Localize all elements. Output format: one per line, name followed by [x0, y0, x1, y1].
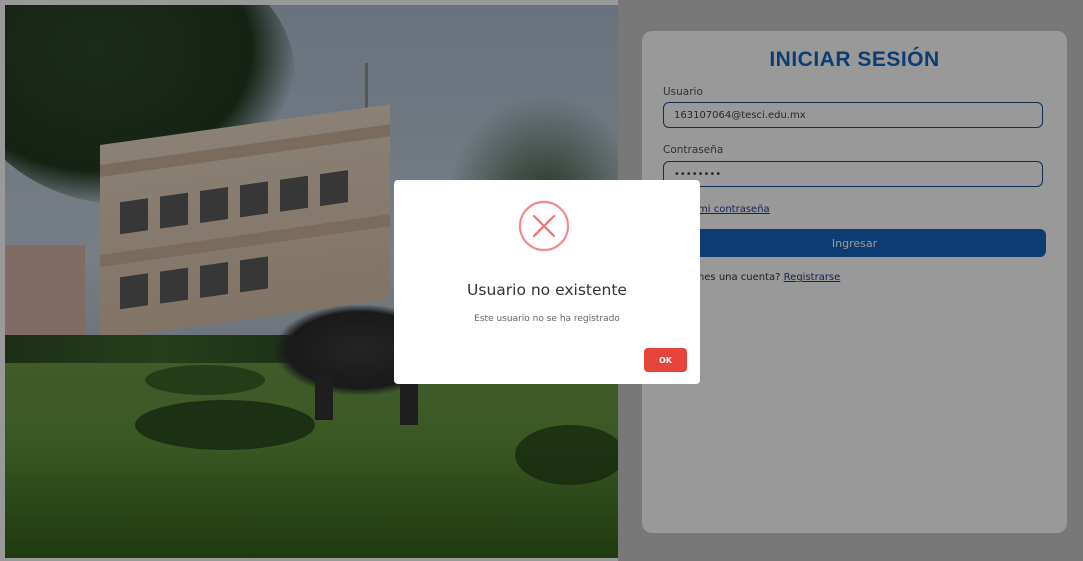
modal-message: Este usuario no se ha registrado [474, 314, 620, 324]
modal-title: Usuario no existente [467, 281, 627, 299]
error-modal: Usuario no existente Este usuario no se … [394, 180, 700, 384]
ok-button[interactable]: OK [644, 348, 687, 372]
error-x-icon [518, 200, 570, 252]
